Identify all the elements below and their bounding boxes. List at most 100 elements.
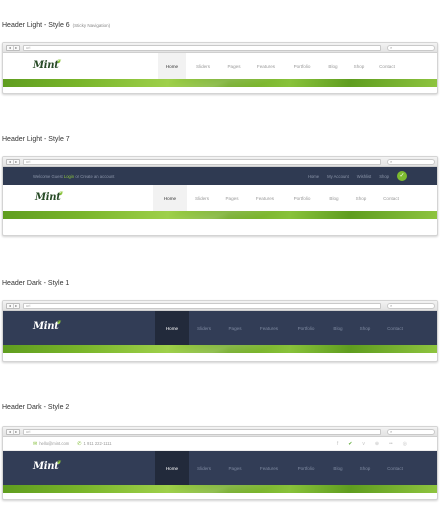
menu-item-home[interactable]: Home bbox=[155, 311, 189, 345]
menu-item-blog[interactable]: Blog bbox=[325, 451, 351, 485]
welcome-text: Welcome Guest bbox=[33, 173, 63, 179]
mint-logo[interactable]: Mint❦ bbox=[33, 320, 62, 332]
main-menu: Home Sliders Pages Features Portfolio Bl… bbox=[153, 185, 407, 211]
forward-arrow-icon[interactable]: ▸ bbox=[12, 430, 20, 434]
browser-nav-buttons[interactable]: ◂ ▸ bbox=[6, 303, 20, 309]
forward-arrow-icon[interactable]: ▸ bbox=[12, 160, 20, 164]
header-mainbar: Mint❦ Home Sliders Pages Features Portfo… bbox=[3, 451, 437, 485]
cart-icon[interactable]: ✓ bbox=[397, 171, 407, 181]
menu-item-sliders[interactable]: Sliders bbox=[187, 185, 217, 211]
logo-text: Mint bbox=[35, 192, 61, 203]
section-subtitle: (Sticky Navigation) bbox=[72, 23, 111, 28]
phone-contact[interactable]: ✆ 1 911 222-1111 bbox=[77, 441, 111, 447]
twitter-icon[interactable]: ✔ bbox=[348, 441, 352, 447]
browser-chrome: ◂ ▸ url ⌕ bbox=[3, 43, 437, 53]
menu-item-contact[interactable]: Contact bbox=[372, 53, 402, 79]
menu-item-home[interactable]: Home bbox=[153, 185, 187, 211]
menu-item-shop[interactable]: Shop bbox=[346, 53, 372, 79]
browser-frame-dark-1: ◂ ▸ url ⌕ Mint❦ Home Sliders Pages Featu… bbox=[2, 300, 438, 362]
url-bar[interactable]: url bbox=[23, 45, 381, 51]
menu-item-sliders[interactable]: Sliders bbox=[189, 311, 219, 345]
section-title-text: Header Light - Style 6 bbox=[2, 22, 70, 29]
leaf-icon: ❦ bbox=[56, 59, 61, 65]
url-text: url bbox=[26, 429, 31, 434]
browser-search-bar[interactable]: ⌕ bbox=[387, 159, 435, 165]
topbar-link-home[interactable]: Home bbox=[308, 174, 319, 179]
browser-chrome: ◂ ▸ url ⌕ bbox=[3, 427, 437, 437]
url-bar[interactable]: url bbox=[23, 429, 381, 435]
menu-item-portfolio[interactable]: Portfolio bbox=[287, 311, 325, 345]
search-icon: ⌕ bbox=[390, 45, 393, 50]
mint-logo[interactable]: Mint❦ bbox=[33, 460, 62, 472]
dribbble-icon[interactable]: ◎ bbox=[403, 441, 407, 447]
leaf-icon: ❦ bbox=[58, 191, 63, 197]
menu-item-features[interactable]: Features bbox=[247, 185, 283, 211]
section-title-text: Header Dark - Style 1 bbox=[2, 280, 70, 287]
menu-item-blog[interactable]: Blog bbox=[320, 53, 346, 79]
email-contact[interactable]: ✉ hello@mint.com bbox=[33, 441, 69, 447]
section-title-light-7: Header Light - Style 7 bbox=[2, 136, 70, 143]
menu-item-blog[interactable]: Blog bbox=[321, 185, 347, 211]
menu-item-features[interactable]: Features bbox=[251, 311, 287, 345]
leaf-icon: ❦ bbox=[56, 460, 61, 466]
browser-nav-buttons[interactable]: ◂ ▸ bbox=[6, 45, 20, 51]
search-icon: ⌕ bbox=[390, 159, 393, 164]
create-account-link[interactable]: Create an account bbox=[80, 174, 114, 179]
url-bar[interactable]: url bbox=[23, 159, 381, 165]
section-title-light-6: Header Light - Style 6 (Sticky Navigatio… bbox=[2, 22, 110, 29]
browser-search-bar[interactable]: ⌕ bbox=[387, 45, 435, 51]
menu-item-pages[interactable]: Pages bbox=[217, 185, 247, 211]
topbar-link-shop[interactable]: Shop bbox=[379, 174, 389, 179]
section-title-dark-1: Header Dark - Style 1 bbox=[2, 280, 69, 287]
browser-chrome: ◂ ▸ url ⌕ bbox=[3, 301, 437, 311]
search-icon: ⌕ bbox=[390, 303, 393, 308]
menu-item-contact[interactable]: Contact bbox=[379, 311, 411, 345]
url-text: url bbox=[26, 45, 31, 50]
url-bar[interactable]: url bbox=[23, 303, 381, 309]
email-text: hello@mint.com bbox=[39, 441, 70, 446]
envelope-icon: ✉ bbox=[33, 440, 38, 447]
browser-search-bar[interactable]: ⌕ bbox=[387, 303, 435, 309]
menu-item-pages[interactable]: Pages bbox=[220, 53, 248, 79]
menu-item-shop[interactable]: Shop bbox=[347, 185, 375, 211]
menu-item-pages[interactable]: Pages bbox=[219, 451, 251, 485]
menu-item-features[interactable]: Features bbox=[251, 451, 287, 485]
facebook-icon[interactable]: f bbox=[337, 441, 338, 447]
menu-item-pages[interactable]: Pages bbox=[219, 311, 251, 345]
login-link[interactable]: Login bbox=[64, 174, 74, 179]
vimeo-icon[interactable]: v bbox=[362, 441, 365, 447]
menu-item-portfolio[interactable]: Portfolio bbox=[283, 185, 321, 211]
menu-item-contact[interactable]: Contact bbox=[375, 185, 407, 211]
menu-item-sliders[interactable]: Sliders bbox=[189, 451, 219, 485]
leaf-icon: ❦ bbox=[56, 320, 61, 326]
menu-item-portfolio[interactable]: Portfolio bbox=[287, 451, 325, 485]
skype-icon[interactable]: ⊕ bbox=[375, 441, 379, 447]
menu-item-contact[interactable]: Contact bbox=[379, 451, 411, 485]
topbar-link-my-account[interactable]: My Account bbox=[327, 174, 349, 179]
topbar-link-wishlist[interactable]: Wishlist bbox=[357, 174, 371, 179]
phone-icon: ✆ bbox=[77, 440, 82, 447]
browser-search-bar[interactable]: ⌕ bbox=[387, 429, 435, 435]
flickr-icon[interactable]: •• bbox=[389, 441, 393, 447]
forward-arrow-icon[interactable]: ▸ bbox=[12, 304, 20, 308]
green-hero-band bbox=[3, 211, 437, 219]
mint-logo[interactable]: Mint❦ bbox=[35, 191, 64, 203]
menu-item-blog[interactable]: Blog bbox=[325, 311, 351, 345]
menu-item-sliders[interactable]: Sliders bbox=[186, 53, 220, 79]
browser-nav-buttons[interactable]: ◂ ▸ bbox=[6, 159, 20, 165]
browser-frame-dark-2: ◂ ▸ url ⌕ ✉ hello@mint.com ✆ 1 911 222-111… bbox=[2, 426, 438, 500]
menu-item-shop[interactable]: Shop bbox=[351, 451, 379, 485]
browser-frame-light-6: ◂ ▸ url ⌕ Mint❦ Home Sliders Pages Featu… bbox=[2, 42, 438, 94]
browser-nav-buttons[interactable]: ◂ ▸ bbox=[6, 429, 20, 435]
menu-item-portfolio[interactable]: Portfolio bbox=[284, 53, 320, 79]
menu-item-features[interactable]: Features bbox=[248, 53, 284, 79]
logo-text: Mint bbox=[33, 321, 59, 332]
forward-arrow-icon[interactable]: ▸ bbox=[12, 46, 20, 50]
logo-text: Mint bbox=[33, 60, 59, 71]
menu-item-shop[interactable]: Shop bbox=[351, 311, 379, 345]
mint-logo[interactable]: Mint❦ bbox=[33, 59, 62, 71]
menu-item-home[interactable]: Home bbox=[158, 53, 186, 79]
section-title-dark-2: Header Dark - Style 2 bbox=[2, 404, 69, 411]
header-mainbar: Mint❦ Home Sliders Pages Features Portfo… bbox=[3, 53, 437, 79]
menu-item-home[interactable]: Home bbox=[155, 451, 189, 485]
